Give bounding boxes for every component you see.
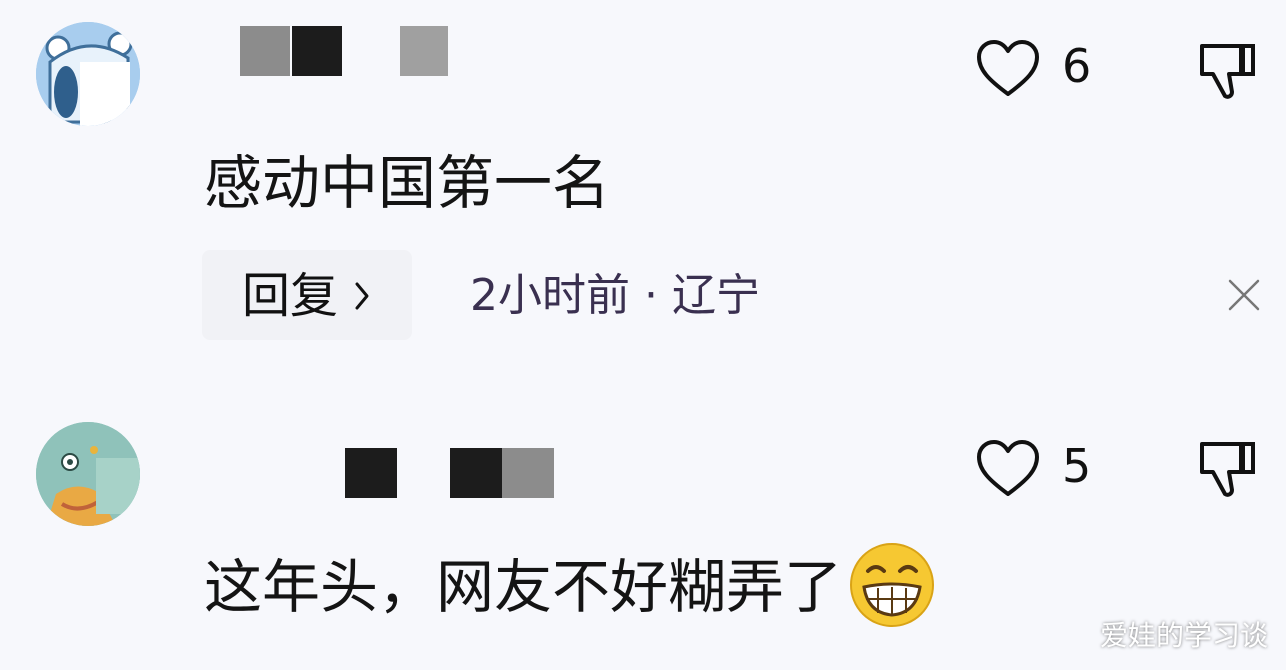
like-count: 5 xyxy=(1062,439,1092,493)
comment-item: 感动中国第一名 6 回复 2小时前 · 辽宁 xyxy=(0,0,1286,400)
thumbs-down-icon xyxy=(1200,442,1255,497)
dislike-button[interactable] xyxy=(1197,438,1259,500)
comment-item: 这年头，网友不好糊弄了 5 xyxy=(0,400,1286,670)
comment-text-content: 这年头，网友不好糊弄了 xyxy=(204,553,843,622)
redaction-block xyxy=(502,448,554,498)
heart-icon xyxy=(977,440,1039,496)
grinning-face-emoji-icon xyxy=(850,543,935,627)
avatar[interactable] xyxy=(36,22,140,126)
like-count: 6 xyxy=(1062,39,1092,93)
avatar[interactable] xyxy=(36,422,140,526)
redaction-block xyxy=(292,26,342,76)
comment-text: 感动中国第一名 xyxy=(204,149,611,217)
heart-icon xyxy=(977,40,1039,96)
redaction-block xyxy=(450,448,502,498)
redaction-block xyxy=(345,448,397,498)
like-button[interactable] xyxy=(975,38,1041,98)
comment-text: 这年头，网友不好糊弄了 xyxy=(204,543,936,635)
redaction-block xyxy=(240,26,290,76)
reply-label: 回复 xyxy=(242,268,339,324)
watermark: 爱娃的学习谈 xyxy=(1099,619,1268,652)
chevron-right-icon xyxy=(355,282,369,310)
close-icon[interactable] xyxy=(1226,277,1262,313)
comment-meta: 2小时前 · 辽宁 xyxy=(470,270,760,321)
like-button[interactable] xyxy=(975,438,1041,498)
blue-bear-avatar-icon xyxy=(36,22,140,126)
redaction-block xyxy=(400,26,448,76)
dislike-button[interactable] xyxy=(1197,40,1259,102)
green-creature-avatar-icon xyxy=(36,422,140,526)
thumbs-down-icon xyxy=(1200,44,1255,99)
reply-button[interactable]: 回复 xyxy=(202,250,412,340)
